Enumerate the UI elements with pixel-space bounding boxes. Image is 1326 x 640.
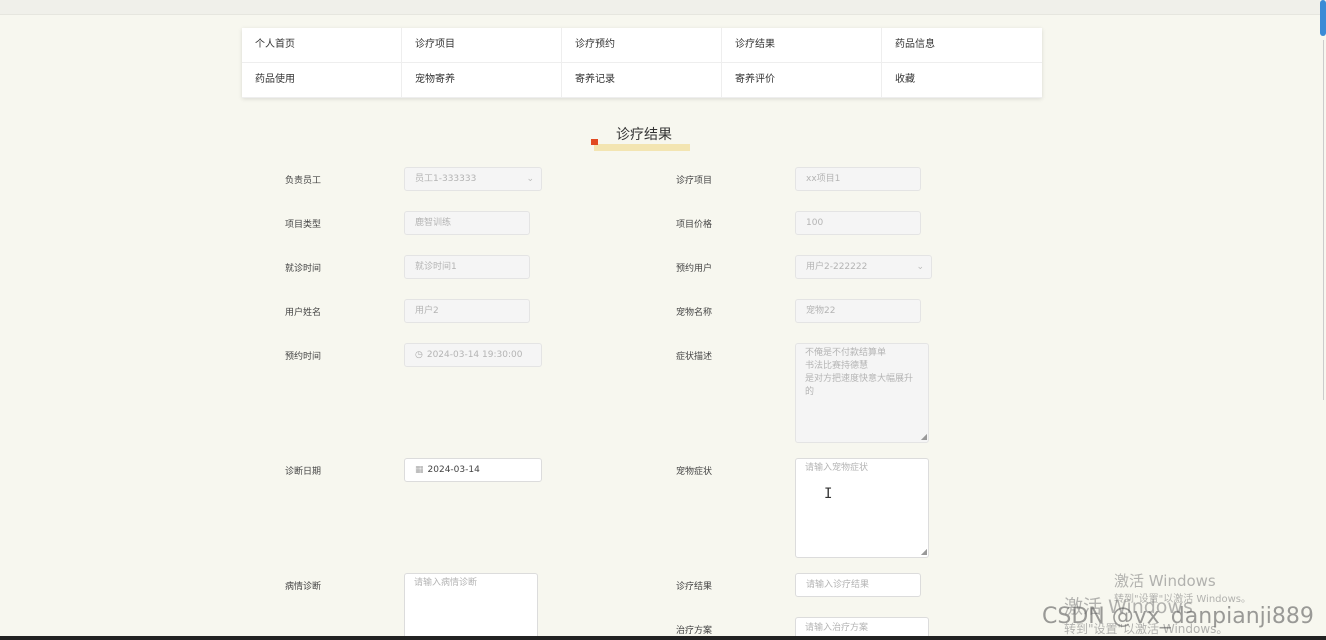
resize-handle-icon[interactable]: ◢ [921, 548, 927, 556]
title-underline [594, 144, 690, 151]
pet-symptom-label: 宠物症状 [676, 467, 713, 477]
booking-user-select[interactable]: 用户2-222222 ⌄ [795, 255, 932, 279]
project-label: 诊疗项目 [676, 176, 713, 186]
project-value: xx项目1 [806, 174, 841, 184]
nav-item-boarding-reviews[interactable]: 寄养评价 [722, 63, 882, 98]
staff-label: 负责员工 [285, 176, 322, 186]
clock-icon: ◷ [415, 350, 423, 360]
staff-value: 员工1-333333 [415, 174, 477, 184]
scrollbar-line [1323, 40, 1324, 400]
project-type-value: 鹿智训练 [415, 218, 452, 228]
main-nav: 个人首页 诊疗项目 诊疗预约 诊疗结果 药品信息 药品使用 宠物寄养 寄养记录 … [242, 28, 1042, 98]
disease-diag-textarea[interactable]: 请输入病情诊断 [404, 573, 538, 639]
booking-time-picker[interactable]: ◷ 2024-03-14 19:30:00 [404, 343, 542, 367]
nav-item-booking[interactable]: 诊疗预约 [562, 28, 722, 63]
treat-result-label: 诊疗结果 [676, 582, 713, 592]
pet-name-value: 宠物22 [806, 306, 836, 316]
symptom-desc-line: 是对方把速度快意大幅展升 [805, 374, 914, 384]
resize-handle-icon[interactable]: ◢ [921, 433, 927, 441]
project-price-input[interactable]: 100 [795, 211, 921, 235]
booking-user-label: 预约用户 [676, 264, 713, 274]
booking-user-value: 用户2-222222 [806, 262, 868, 272]
scrollbar-thumb[interactable] [1320, 0, 1326, 36]
page-title: 诊疗结果 [616, 127, 672, 143]
chevron-down-icon: ⌄ [526, 174, 534, 184]
page-title-block: 诊疗结果 [590, 122, 700, 152]
text-cursor-icon: I [824, 486, 833, 502]
user-name-label: 用户姓名 [285, 308, 322, 318]
booking-time-label: 预约时间 [285, 352, 322, 362]
csdn-watermark: CSDN @vx_danpianji889 [1042, 604, 1314, 629]
pet-name-input[interactable]: 宠物22 [795, 299, 921, 323]
treat-plan-placeholder: 请输入治疗方案 [805, 623, 869, 633]
nav-item-boarding-records[interactable]: 寄养记录 [562, 63, 722, 98]
nav-item-favorites[interactable]: 收藏 [882, 63, 1042, 98]
project-type-label: 项目类型 [285, 220, 322, 230]
symptom-desc-textarea[interactable]: 不俺是不付款结算单 书法比赛持德慧 是对方把速度快意大幅展升 的 ◢ [795, 343, 929, 443]
pet-symptom-textarea[interactable]: 请输入宠物症状 ◢ [795, 458, 929, 558]
visit-time-value: 就诊时间1 [415, 262, 457, 272]
symptom-desc-label: 症状描述 [676, 352, 713, 362]
user-name-input[interactable]: 用户2 [404, 299, 530, 323]
project-input[interactable]: xx项目1 [795, 167, 921, 191]
treat-plan-label: 治疗方案 [676, 626, 713, 636]
title-marker [591, 139, 598, 145]
nav-item-boarding[interactable]: 宠物寄养 [402, 63, 562, 98]
diagnosis-date-picker[interactable]: ▦ 2024-03-14 [404, 458, 542, 482]
pet-symptom-placeholder: 请输入宠物症状 [805, 463, 869, 473]
booking-time-value: 2024-03-14 19:30:00 [426, 350, 523, 360]
symptom-desc-line: 的 [805, 387, 815, 397]
symptom-desc-line: 不俺是不付款结算单 [805, 348, 887, 358]
chevron-down-icon: ⌄ [916, 262, 924, 272]
treat-result-placeholder: 请输入诊疗结果 [806, 580, 870, 590]
bottom-border [0, 636, 1326, 640]
staff-select[interactable]: 员工1-333333 ⌄ [404, 167, 542, 191]
top-strip [0, 0, 1326, 15]
activate-windows-watermark: 激活 Windows [1114, 572, 1216, 590]
visit-time-input[interactable]: 就诊时间1 [404, 255, 530, 279]
treat-result-input[interactable]: 请输入诊疗结果 [795, 573, 921, 597]
nav-item-medicine-info[interactable]: 药品信息 [882, 28, 1042, 63]
calendar-icon: ▦ [415, 465, 424, 475]
user-name-value: 用户2 [415, 306, 439, 316]
nav-item-results[interactable]: 诊疗结果 [722, 28, 882, 63]
disease-diag-placeholder: 请输入病情诊断 [414, 578, 478, 588]
nav-item-projects[interactable]: 诊疗项目 [402, 28, 562, 63]
disease-diag-label: 病情诊断 [285, 582, 322, 592]
visit-time-label: 就诊时间 [285, 264, 322, 274]
nav-item-medicine-use[interactable]: 药品使用 [242, 63, 402, 98]
diagnosis-date-label: 诊断日期 [285, 467, 322, 477]
project-price-label: 项目价格 [676, 220, 713, 230]
symptom-desc-line: 书法比赛持德慧 [805, 361, 869, 371]
nav-item-home[interactable]: 个人首页 [242, 28, 402, 63]
project-type-input[interactable]: 鹿智训练 [404, 211, 530, 235]
pet-name-label: 宠物名称 [676, 308, 713, 318]
diagnosis-date-value: 2024-03-14 [427, 465, 480, 475]
project-price-value: 100 [806, 218, 824, 228]
